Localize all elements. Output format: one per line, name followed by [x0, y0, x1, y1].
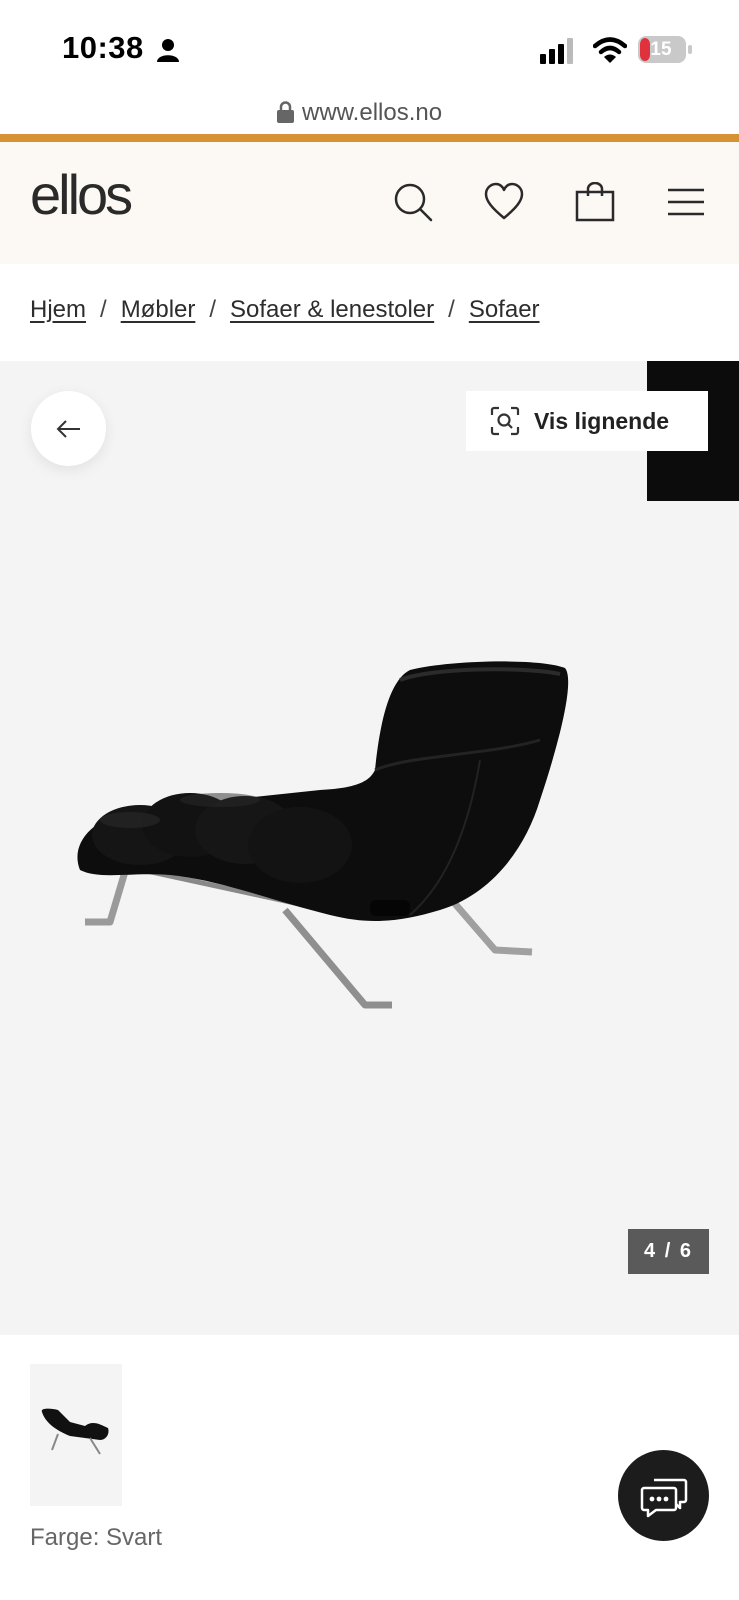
signal-icon [540, 38, 573, 64]
visual-search-icon [490, 406, 520, 436]
thumbnail-image[interactable] [30, 1364, 122, 1506]
chat-icon [640, 1478, 687, 1517]
lock-icon [277, 101, 294, 123]
status-time: 10:38 [62, 30, 144, 65]
ellos-logo[interactable]: ellos [30, 162, 133, 227]
breadcrumb: Hjem / Møbler / Sofaer & lenestoler / Sofaer [30, 296, 540, 324]
thumbnail-chaise-icon [41, 1408, 109, 1455]
heart-icon[interactable] [484, 182, 524, 222]
vis-lignende-button[interactable]: Vis lignende [466, 391, 708, 451]
url-address[interactable]: www.ellos.no [302, 99, 442, 127]
product-image [77, 661, 569, 1009]
vis-lignende-label: Vis lignende [534, 407, 670, 434]
breadcrumb-item-sofaer-lenestoler[interactable]: Sofaer & lenestoler [230, 296, 434, 323]
color-label: Farge: Svart [30, 1524, 163, 1551]
back-button[interactable] [31, 391, 106, 466]
breadcrumb-separator: / [100, 296, 107, 323]
breadcrumb-item-hjem[interactable]: Hjem [30, 296, 86, 323]
person-icon [157, 39, 179, 62]
accent-divider [0, 134, 739, 142]
battery-level: 15 [650, 39, 672, 60]
bag-icon[interactable] [575, 182, 615, 222]
breadcrumb-separator: / [209, 296, 217, 323]
breadcrumb-item-mobler[interactable]: Møbler [121, 296, 196, 323]
search-icon[interactable] [393, 182, 433, 222]
wifi-icon [593, 37, 627, 63]
image-counter: 4 / 6 [628, 1229, 709, 1274]
breadcrumb-separator: / [448, 296, 455, 323]
menu-icon[interactable] [666, 182, 706, 222]
chat-button[interactable] [618, 1450, 709, 1541]
arrow-left-icon [56, 419, 80, 438]
breadcrumb-item-sofaer[interactable]: Sofaer [469, 296, 540, 323]
